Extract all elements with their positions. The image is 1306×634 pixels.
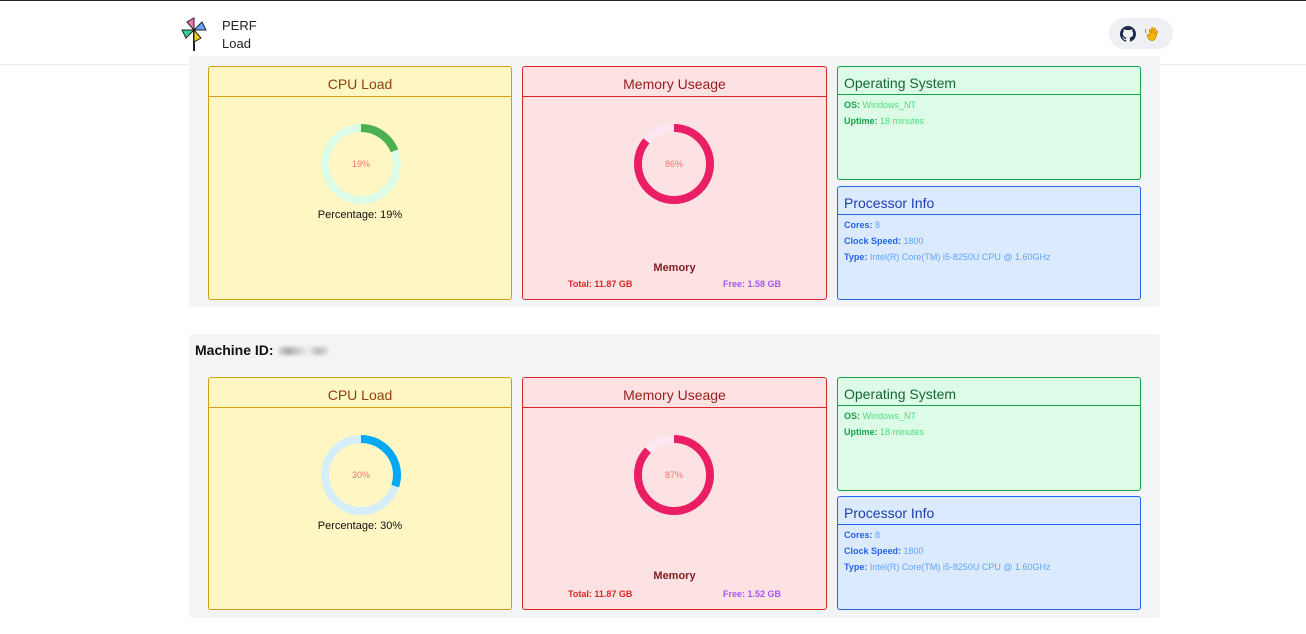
machine-panel: CPU Load 19% Percentage: 19% Memory Usea…	[189, 56, 1160, 307]
cpu-gauge-value: 19%	[352, 159, 370, 169]
cpu-gauge: 19%	[321, 124, 401, 204]
memory-total: Total: 11.87 GB	[568, 589, 633, 599]
cpu-type-row: Type: Intel(R) Core(TM) i5-8250U CPU @ 1…	[838, 559, 1140, 575]
uptime-row: Uptime: 18 minutes	[838, 424, 1140, 440]
memory-caption: Memory	[653, 262, 696, 274]
github-icon[interactable]	[1120, 25, 1136, 42]
cores-value: 8	[875, 220, 881, 230]
clock-speed-value: 1800	[903, 546, 924, 556]
cores-row: Cores: 8	[838, 527, 1140, 543]
cpu-load-card: CPU Load 30% Percentage: 30%	[208, 377, 512, 610]
memory-usage-card: Memory Useage 86% Memory Total: 11.87 GB…	[522, 66, 827, 300]
cpu-type-row: Type: Intel(R) Core(TM) i5-8250U CPU @ 1…	[838, 249, 1140, 265]
header-actions	[1109, 18, 1173, 49]
machine-panel: Machine ID: CPU Load 30% Percentage: 30%…	[189, 334, 1160, 618]
uptime-label: Uptime:	[844, 116, 878, 126]
cpu-load-card: CPU Load 19% Percentage: 19%	[208, 66, 512, 300]
cpu-type-label: Type:	[844, 252, 868, 262]
cpu-type-value: Intel(R) Core(TM) i5-8250U CPU @ 1.60GHz	[869, 562, 1051, 572]
clock-speed-value: 1800	[903, 236, 924, 246]
cpu-percentage-caption: Percentage: 19%	[317, 209, 403, 221]
brand-line-2: Load	[222, 36, 251, 51]
os-card-title: Operating System	[838, 378, 1140, 406]
memory-card-title: Memory Useage	[523, 378, 826, 408]
memory-total: Total: 11.87 GB	[568, 279, 633, 289]
clock-speed-row: Clock Speed: 1800	[838, 543, 1140, 559]
uptime-row: Uptime: 18 minutes	[838, 113, 1140, 129]
clock-speed-row: Clock Speed: 1800	[838, 233, 1140, 249]
os-name-label: OS:	[844, 100, 861, 110]
cpu-type-value: Intel(R) Core(TM) i5-8250U CPU @ 1.60GHz	[869, 252, 1051, 262]
clock-speed-label: Clock Speed:	[844, 546, 902, 556]
cpu-gauge: 30%	[321, 435, 401, 515]
cores-row: Cores: 8	[838, 217, 1140, 233]
memory-caption: Memory	[653, 570, 696, 582]
machine-id: Machine ID:	[195, 342, 328, 358]
cores-label: Cores:	[844, 530, 873, 540]
machine-id-label: Machine ID:	[195, 342, 274, 358]
os-name-row: OS: Windows_NT	[838, 408, 1140, 424]
memory-gauge: 87%	[634, 435, 714, 515]
pinwheel-icon	[181, 17, 207, 51]
os-card-title: Operating System	[838, 67, 1140, 95]
os-name-row: OS: Windows_NT	[838, 97, 1140, 113]
os-name-value: Windows_NT	[862, 411, 917, 421]
brand-line-1: PERF	[222, 18, 257, 33]
cpu-gauge-value: 30%	[352, 470, 370, 480]
cores-value: 8	[875, 530, 881, 540]
processor-card-title: Processor Info	[838, 497, 1140, 525]
cpu-card-title: CPU Load	[209, 378, 511, 408]
cpu-percentage-caption: Percentage: 30%	[317, 520, 403, 532]
uptime-label: Uptime:	[844, 427, 878, 437]
processor-info-card: Processor Info Cores: 8 Clock Speed: 180…	[837, 186, 1141, 300]
machine-id-value-redacted	[277, 347, 328, 356]
memory-free: Free: 1.58 GB	[723, 279, 782, 289]
memory-gauge: 86%	[634, 124, 714, 204]
clock-speed-label: Clock Speed:	[844, 236, 902, 246]
memory-gauge-value: 87%	[665, 470, 683, 480]
os-name-value: Windows_NT	[862, 100, 917, 110]
memory-gauge-value: 86%	[665, 159, 683, 169]
cores-label: Cores:	[844, 220, 873, 230]
memory-usage-card: Memory Useage 87% Memory Total: 11.87 GB…	[522, 377, 827, 610]
cpu-card-title: CPU Load	[209, 67, 511, 97]
os-name-label: OS:	[844, 411, 861, 421]
memory-card-title: Memory Useage	[523, 67, 826, 97]
processor-card-title: Processor Info	[838, 187, 1140, 215]
processor-info-card: Processor Info Cores: 8 Clock Speed: 180…	[837, 496, 1141, 610]
uptime-value: 18 minutes	[880, 427, 925, 437]
memory-free: Free: 1.52 GB	[723, 589, 782, 599]
uptime-value: 18 minutes	[880, 116, 925, 126]
operating-system-card: Operating System OS: Windows_NT Uptime: …	[837, 66, 1141, 180]
app-brand[interactable]: PERF Load	[222, 17, 257, 53]
operating-system-card: Operating System OS: Windows_NT Uptime: …	[837, 377, 1141, 491]
cpu-type-label: Type:	[844, 562, 868, 572]
waving-hand-icon[interactable]	[1144, 25, 1162, 43]
